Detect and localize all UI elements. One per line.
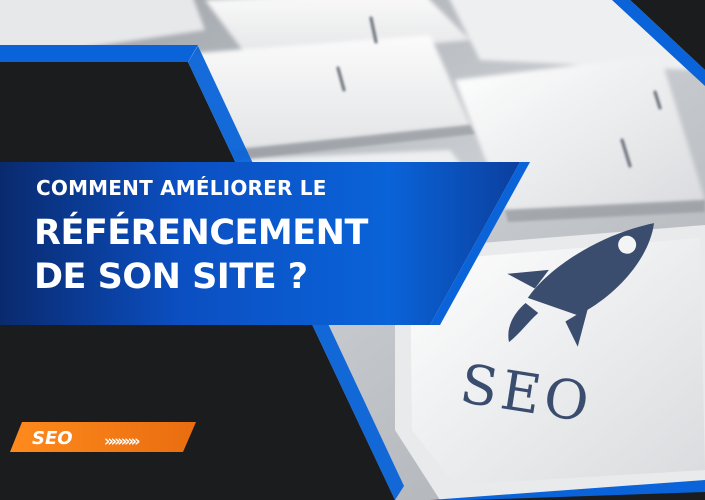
keyboard-photo-background [0, 0, 705, 500]
title-banner-shape [0, 162, 520, 325]
seo-tag-label: SEO [32, 428, 73, 449]
top-blue-strip [0, 45, 198, 62]
seo-article-banner: COMMENT AMÉLIORER LE RÉFÉRENCEMENT DE SO… [0, 0, 705, 500]
chevrons-icon: »»»»» [104, 432, 140, 450]
